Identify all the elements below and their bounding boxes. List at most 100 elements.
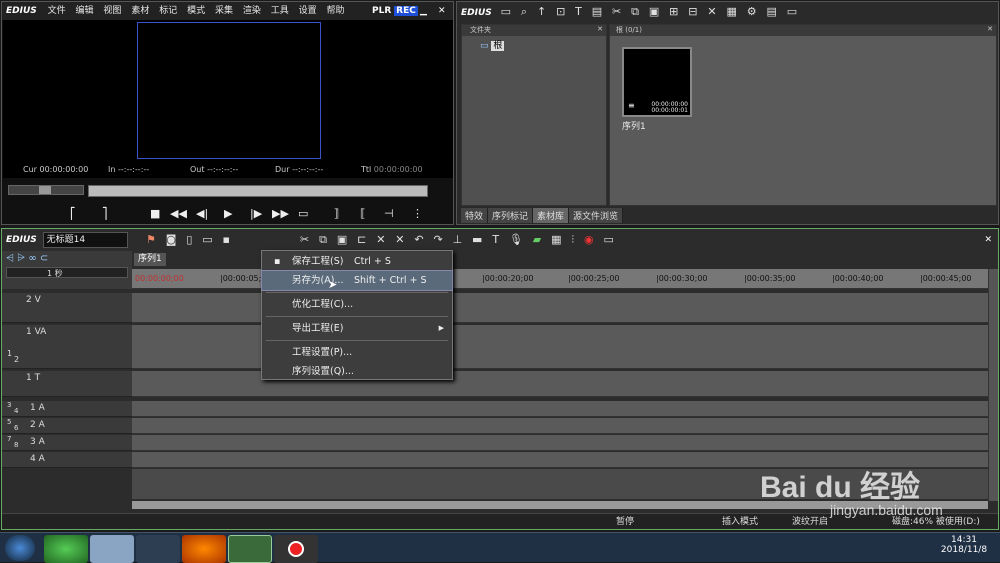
- menu-edit[interactable]: 编辑: [76, 6, 94, 16]
- view-icon[interactable]: ▤: [766, 2, 776, 22]
- title-icon[interactable]: T: [575, 2, 582, 22]
- taskbar-record[interactable]: [274, 535, 318, 563]
- menu-tools[interactable]: 工具: [271, 6, 289, 16]
- rec-button[interactable]: REC: [394, 6, 418, 16]
- clip-close-icon[interactable]: ✕: [987, 25, 993, 33]
- menu-save-project[interactable]: ▪ 保存工程(S) Ctrl + S: [262, 252, 452, 271]
- timeline-close-icon[interactable]: ✕: [984, 229, 992, 251]
- title-tl-icon[interactable]: T: [492, 229, 499, 251]
- step-back-icon[interactable]: ◀|: [196, 207, 208, 220]
- open-icon[interactable]: ▤: [592, 2, 602, 22]
- new-file-icon[interactable]: ▯: [186, 229, 192, 251]
- menu-save-as[interactable]: 另存为(A)... Shift + Ctrl + S ➤: [261, 270, 453, 291]
- plr-button[interactable]: PLR: [372, 6, 391, 16]
- snap-icon[interactable]: ⊥: [453, 229, 463, 251]
- menu-marker[interactable]: 标记: [159, 6, 177, 16]
- link-icon[interactable]: ⊏: [357, 229, 366, 251]
- position-bar[interactable]: [88, 185, 428, 197]
- menu-help[interactable]: 帮助: [327, 6, 345, 16]
- redo-icon[interactable]: ↷: [433, 229, 442, 251]
- track-header-3a[interactable]: 3 A: [2, 435, 132, 451]
- menu-clip[interactable]: 素材: [131, 6, 149, 16]
- menu-view[interactable]: 视图: [103, 6, 121, 16]
- shuttle-bar[interactable]: [8, 185, 84, 195]
- taskbar-firefox[interactable]: [182, 535, 226, 563]
- paste-tl-icon[interactable]: ▣: [337, 229, 347, 251]
- scissors-icon[interactable]: ✂: [300, 229, 309, 251]
- insert-icon[interactable]: ⟧: [334, 207, 339, 220]
- monitor-icon[interactable]: ▭: [298, 207, 308, 220]
- menu-render[interactable]: 渲染: [243, 6, 261, 16]
- menu-sequence-settings[interactable]: 序列设置(Q)...: [262, 362, 452, 381]
- root-folder[interactable]: ▭ 根: [480, 38, 606, 51]
- clock[interactable]: 14:31 2018/11/8: [936, 535, 992, 555]
- tab-asset-bin[interactable]: 素材库: [533, 208, 570, 223]
- ripple-delete-icon[interactable]: ✕: [395, 229, 404, 251]
- layout-icon[interactable]: ▭: [604, 229, 614, 251]
- copy-icon[interactable]: ⧉: [631, 2, 639, 22]
- overwrite-icon[interactable]: ⟦: [360, 207, 365, 220]
- bin-icon[interactable]: ▭: [787, 2, 797, 22]
- taskbar-app-1[interactable]: [44, 535, 88, 563]
- folder-icon[interactable]: ▭: [501, 2, 511, 22]
- track-header-1t[interactable]: 1 T: [2, 371, 132, 397]
- settings-icon[interactable]: ⚙: [747, 2, 757, 22]
- taskbar-qq[interactable]: [136, 535, 180, 563]
- folder-close-icon[interactable]: ✕: [597, 25, 603, 33]
- track-header-2a[interactable]: 2 A: [2, 418, 132, 434]
- clip-thumbnail[interactable]: 00:00:00:00 00:00:00:01 ≡: [622, 47, 692, 117]
- mark-out-icon[interactable]: ⎤: [102, 207, 108, 220]
- tab-source-browser[interactable]: 源文件浏览: [569, 208, 624, 223]
- new-project-icon[interactable]: ⚑: [146, 229, 156, 251]
- overwrite-timeline-icon[interactable]: ⊟: [688, 2, 697, 22]
- track-1a[interactable]: [132, 401, 988, 417]
- camera-icon[interactable]: ◙: [166, 229, 177, 251]
- taskbar-explorer[interactable]: [90, 535, 134, 563]
- step-forward-icon[interactable]: |▶: [250, 207, 262, 220]
- start-button[interactable]: [5, 535, 35, 561]
- render-icon[interactable]: ▰: [533, 229, 541, 251]
- save-icon[interactable]: ▪: [223, 229, 230, 251]
- minimize-icon[interactable]: ▁: [420, 2, 427, 20]
- menu-settings[interactable]: 设置: [299, 6, 317, 16]
- track-header-4a[interactable]: 4 A: [2, 452, 132, 468]
- menu-file[interactable]: 文件: [48, 6, 66, 16]
- fast-forward-icon[interactable]: ▶▶: [272, 207, 289, 220]
- menu-project-settings[interactable]: 工程设置(P)...: [262, 343, 452, 362]
- play-icon[interactable]: ▶: [224, 207, 232, 220]
- close-icon[interactable]: ✕: [438, 2, 446, 20]
- sequence-tab[interactable]: 序列1: [134, 253, 166, 266]
- timeline-add-icon[interactable]: ⊞: [669, 2, 678, 22]
- mic-icon[interactable]: 🎙: [509, 229, 523, 251]
- scale-control[interactable]: 1 秒: [6, 267, 128, 278]
- stop-icon[interactable]: ■: [150, 207, 160, 220]
- trim-icon[interactable]: ⊣: [384, 207, 394, 220]
- tab-effects[interactable]: 特效: [461, 208, 489, 223]
- record-icon[interactable]: ◉: [584, 229, 594, 251]
- search-icon[interactable]: ⌕: [521, 2, 527, 22]
- cut-icon[interactable]: ✂: [612, 2, 621, 22]
- menu-mode[interactable]: 模式: [187, 6, 205, 16]
- copy-tl-icon[interactable]: ⧉: [319, 229, 327, 251]
- menu-export-project[interactable]: 导出工程(E) ▶: [262, 319, 452, 338]
- add-clip-icon[interactable]: ⊡: [556, 2, 565, 22]
- grid-icon[interactable]: ▦: [551, 229, 561, 251]
- track-3a[interactable]: [132, 435, 988, 451]
- mark-in-icon[interactable]: ⎡: [70, 207, 76, 220]
- track-header-2v[interactable]: 2 V: [2, 293, 132, 323]
- paste-icon[interactable]: ▣: [649, 2, 659, 22]
- tab-sequence-markers[interactable]: 序列标记: [488, 208, 534, 223]
- delete-tl-icon[interactable]: ✕: [376, 229, 385, 251]
- mixer-icon[interactable]: ⫶: [571, 229, 574, 251]
- delete-icon[interactable]: ✕: [707, 2, 716, 22]
- undo-icon[interactable]: ↶: [414, 229, 423, 251]
- taskbar-edius[interactable]: [228, 535, 272, 563]
- track-header-1a[interactable]: 1 A: [2, 401, 132, 417]
- rewind-icon[interactable]: ◀◀: [170, 207, 187, 220]
- track-2a[interactable]: [132, 418, 988, 434]
- up-icon[interactable]: ↑: [537, 2, 546, 22]
- track-header-1va[interactable]: 1 VA: [2, 325, 132, 369]
- open-project-icon[interactable]: ▭: [202, 229, 212, 251]
- menu-capture[interactable]: 采集: [215, 6, 233, 16]
- menu-optimize-project[interactable]: 优化工程(C)...: [262, 295, 452, 314]
